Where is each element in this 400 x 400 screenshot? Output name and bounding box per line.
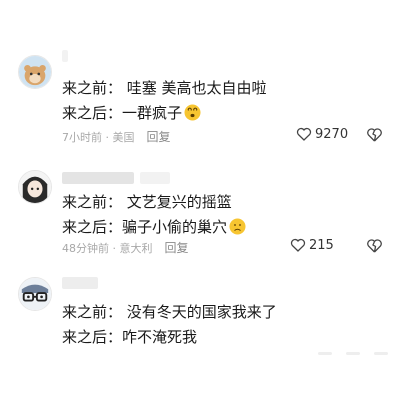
broken-heart-icon: [367, 239, 382, 253]
comment-line-before: 来之前： 文艺复兴的摇篮: [62, 193, 232, 211]
comment-line-after: 来之后：一群疯子: [62, 103, 201, 123]
username-blurred[interactable]: [62, 50, 68, 62]
glasses-face-avatar-icon: [19, 278, 51, 310]
like-count: 9270: [315, 126, 349, 142]
comment-meta: 7小时前 · 美国 回复: [62, 128, 171, 145]
username-blurred[interactable]: [62, 172, 134, 184]
comment-line-after-text: 来之后：一群疯子: [62, 104, 183, 122]
broken-heart-icon: [367, 128, 382, 142]
hamster-avatar-icon: [19, 56, 51, 88]
like-button[interactable]: 9270: [296, 126, 348, 142]
comment-line-before: 来之前： 没有冬天的国家我来了: [62, 303, 277, 321]
reply-button[interactable]: 回复: [165, 241, 189, 255]
comment-line-before: 来之前： 哇塞 美高也太自由啦: [62, 79, 267, 97]
like-count: 215: [309, 237, 334, 253]
action-row-faded: [318, 352, 388, 355]
avatar[interactable]: [18, 55, 52, 89]
comment-line-after: 来之后：骗子小偷的巢穴: [62, 217, 246, 237]
heart-icon: [296, 127, 312, 141]
comment-time-location: 7小时前 · 美国: [62, 131, 135, 144]
comment-line-after: 来之后：咋不淹死我: [62, 328, 198, 346]
dizzy-face-emoji-icon: [184, 104, 201, 121]
like-button[interactable]: 215: [290, 237, 334, 253]
avatar[interactable]: [18, 170, 52, 204]
dislike-button[interactable]: [366, 237, 383, 254]
comment-time-location: 48分钟前 · 意大利: [62, 242, 153, 255]
frowning-face-emoji-icon: [229, 218, 246, 235]
heart-icon: [290, 238, 306, 252]
comment-meta: 48分钟前 · 意大利 回复: [62, 239, 189, 256]
comment-line-after-text: 来之后：骗子小偷的巢穴: [62, 218, 228, 236]
username-blurred[interactable]: [62, 277, 98, 289]
username-blurred-extra: [140, 172, 170, 184]
reply-button[interactable]: 回复: [147, 130, 171, 144]
avatar[interactable]: [18, 277, 52, 311]
anime-girl-avatar-icon: [19, 171, 51, 203]
dislike-button[interactable]: [366, 126, 383, 143]
